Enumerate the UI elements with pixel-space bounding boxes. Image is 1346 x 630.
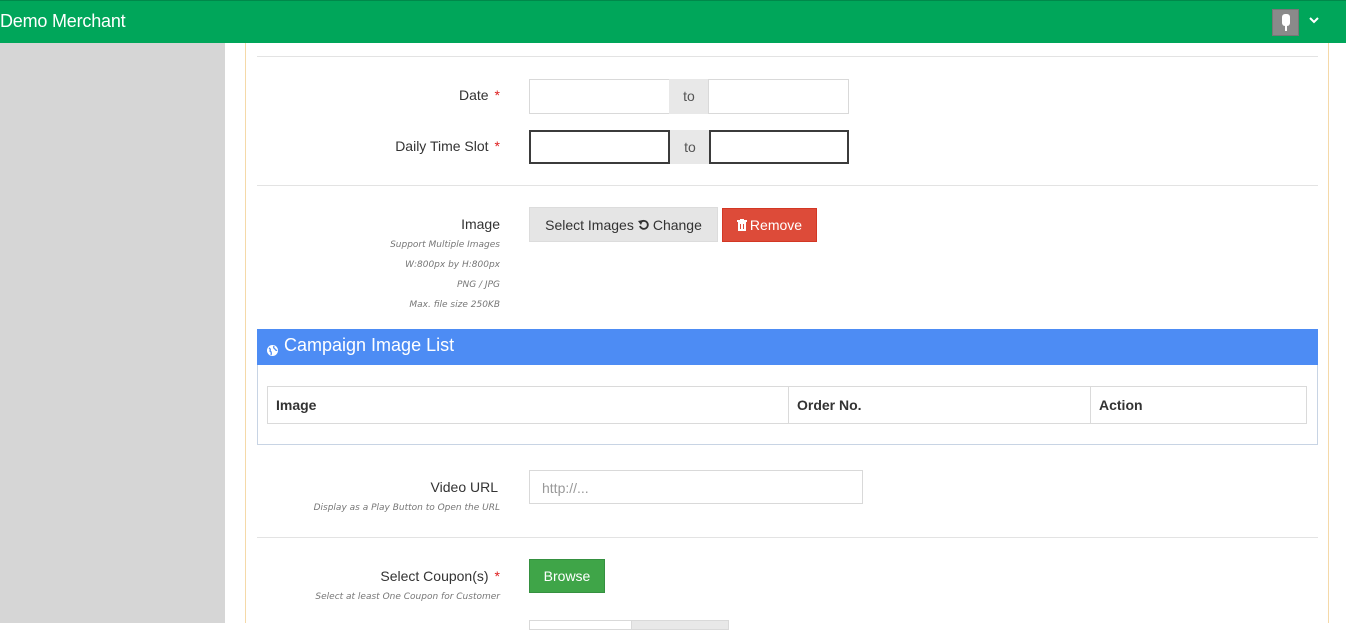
panel-border xyxy=(1328,43,1329,623)
date-to-addon: to xyxy=(669,79,709,114)
column-header-image: Image xyxy=(268,387,789,423)
image-help-format: PNG / JPG xyxy=(457,280,500,290)
coupons-help: Select at least One Coupon for Customer xyxy=(315,592,500,602)
video-url-label: Video URL xyxy=(430,479,498,495)
image-list-table: Image Order No. Action xyxy=(267,386,1307,424)
chevron-down-icon[interactable] xyxy=(1307,12,1321,26)
image-help-multiple: Support Multiple Images xyxy=(390,240,500,250)
video-url-help: Display as a Play Button to Open the URL xyxy=(313,503,500,513)
video-url-placeholder: http://... xyxy=(542,480,589,496)
next-row-addon xyxy=(631,620,729,630)
trash-icon xyxy=(736,219,747,231)
date-start-input[interactable] xyxy=(529,79,670,114)
column-header-action: Action xyxy=(1099,397,1143,413)
remove-image-button[interactable]: Remove xyxy=(722,208,817,242)
time-slot-label: Daily Time Slot * xyxy=(395,138,500,154)
time-to-addon: to xyxy=(670,130,710,164)
image-help-max: Max. file size 250KB xyxy=(409,300,500,310)
divider xyxy=(257,56,1318,57)
undo-icon xyxy=(637,219,650,231)
divider xyxy=(257,537,1318,538)
panel-border xyxy=(245,43,246,623)
select-images-label: Select Images xyxy=(545,216,634,233)
browse-coupons-button[interactable]: Browse xyxy=(529,559,605,593)
change-label: Change xyxy=(652,216,702,233)
image-help-size: W:800px by H:800px xyxy=(405,260,500,270)
image-list-title: Campaign Image List xyxy=(284,335,455,355)
time-start-input[interactable] xyxy=(529,130,670,164)
coupons-label: Select Coupon(s) * xyxy=(380,568,500,584)
select-images-button[interactable]: Select Images Change xyxy=(529,207,718,242)
top-navbar: Demo Merchant xyxy=(0,0,1346,43)
column-header-order: Order No. xyxy=(789,387,1091,423)
divider xyxy=(257,185,1318,186)
user-avatar-icon[interactable] xyxy=(1272,9,1299,36)
date-label: Date * xyxy=(458,87,500,103)
image-list-header: Campaign Image List xyxy=(257,329,1318,365)
time-end-input[interactable] xyxy=(709,130,849,164)
remove-label: Remove xyxy=(749,217,803,233)
image-label: Image xyxy=(461,216,500,232)
sidebar xyxy=(0,43,225,623)
date-end-input[interactable] xyxy=(708,79,849,114)
next-row-input[interactable] xyxy=(529,620,632,630)
brand-title[interactable]: Demo Merchant xyxy=(0,11,126,32)
globe-icon xyxy=(267,341,278,360)
